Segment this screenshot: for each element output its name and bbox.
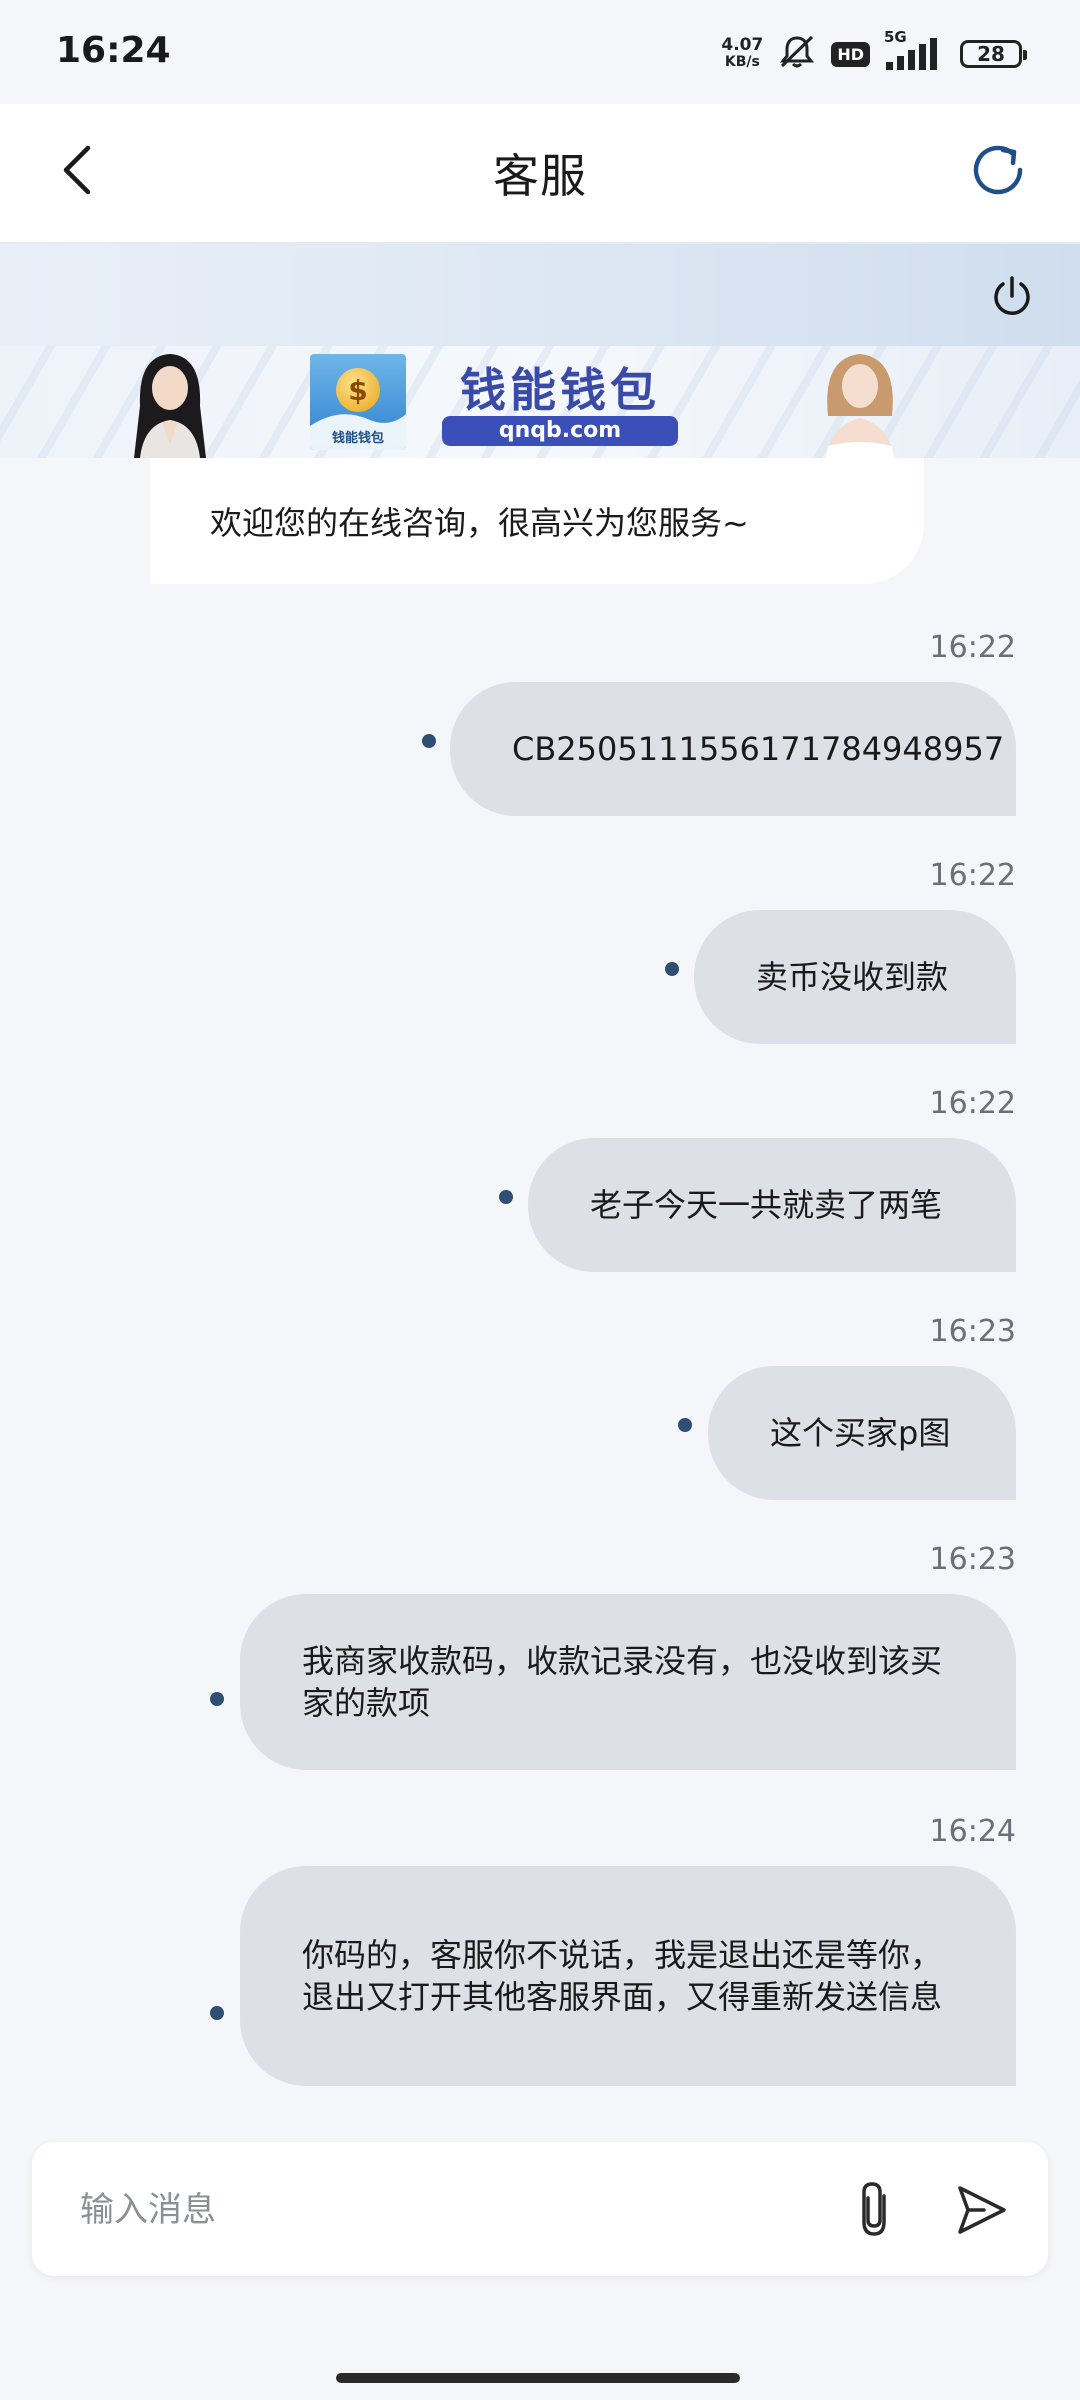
network-type: 5G <box>884 28 907 46</box>
message-timestamp: 16:23 <box>929 1542 1016 1577</box>
message-text: 你码的，客服你不说话，我是退出还是等你，退出又打开其他客服界面，又得重新发送信息 <box>302 1936 943 2016</box>
status-icons: 4.07 KB/s HD 5G 28 <box>721 28 1027 78</box>
refresh-icon <box>970 145 1030 204</box>
message-timestamp: 16:23 <box>929 1314 1016 1349</box>
message-bubble[interactable]: 我商家收款码，收款记录没有，也没收到该买家的款项 <box>240 1594 1016 1770</box>
chat-top-band <box>0 244 1080 346</box>
message-bubble[interactable]: 卖币没收到款 <box>694 910 1016 1044</box>
wallet-logo-text: 钱能钱包 <box>331 431 384 446</box>
paperclip-icon <box>852 2182 900 2244</box>
banner-model-right <box>800 346 920 458</box>
message-status-dot <box>665 962 679 976</box>
message-input[interactable] <box>78 2174 842 2246</box>
chat-screen: 16:24 4.07 KB/s HD 5G 28 客服 $ 钱能钱包 钱能钱包 … <box>0 0 1080 2400</box>
refresh-button[interactable] <box>970 140 1030 200</box>
welcome-message: 欢迎您的在线咨询，很高兴为您服务~ <box>150 458 924 584</box>
banner-model-left <box>110 346 230 458</box>
attach-button[interactable] <box>852 2180 900 2240</box>
message-text: 这个买家p图 <box>770 1414 951 1452</box>
message-status-dot <box>678 1418 692 1432</box>
message-timestamp: 16:22 <box>929 630 1016 665</box>
mute-icon <box>777 34 817 74</box>
power-icon <box>988 276 1036 324</box>
message-bubble[interactable]: 老子今天一共就卖了两笔 <box>528 1138 1016 1272</box>
wallet-logo: $ 钱能钱包 <box>310 354 406 450</box>
message-status-dot <box>210 1692 224 1706</box>
message-status-dot <box>499 1190 513 1204</box>
hd-badge: HD <box>831 41 870 67</box>
home-indicator[interactable] <box>336 2373 740 2383</box>
send-icon <box>954 2186 1010 2242</box>
promo-banner: $ 钱能钱包 钱能钱包 qnqb.com <box>0 346 1080 458</box>
message-status-dot <box>422 734 436 748</box>
message-text: CB2505111556171784948957 <box>512 730 1005 768</box>
net-speed-value: 4.07 <box>721 35 764 55</box>
send-button[interactable] <box>954 2182 1010 2238</box>
message-timestamp: 16:24 <box>929 1814 1016 1849</box>
status-bar: 16:24 4.07 KB/s HD 5G 28 <box>0 0 1080 104</box>
message-text: 我商家收款码，收款记录没有，也没收到该买家的款项 <box>302 1642 943 1722</box>
page-title: 客服 <box>493 149 587 203</box>
header: 客服 <box>0 104 1080 244</box>
net-speed-unit: KB/s <box>724 54 760 70</box>
message-bubble[interactable]: 你码的，客服你不说话，我是退出还是等你，退出又打开其他客服界面，又得重新发送信息 <box>240 1866 1016 2086</box>
message-timestamp: 16:22 <box>929 1086 1016 1121</box>
message-timestamp: 16:22 <box>929 858 1016 893</box>
message-bubble[interactable]: CB2505111556171784948957 <box>450 682 1016 816</box>
message-status-dot <box>210 2006 224 2020</box>
message-text: 卖币没收到款 <box>756 958 949 996</box>
end-session-button[interactable] <box>988 272 1036 320</box>
message-composer <box>32 2142 1048 2276</box>
status-time: 16:24 <box>56 30 171 71</box>
welcome-text: 欢迎您的在线咨询，很高兴为您服务~ <box>210 504 749 542</box>
message-bubble[interactable]: 这个买家p图 <box>708 1366 1016 1500</box>
banner-url: qnqb.com <box>442 416 678 446</box>
signal-icon: 5G <box>884 28 946 72</box>
banner-brand-name: 钱能钱包 <box>460 363 660 417</box>
battery-indicator: 28 <box>960 40 1027 68</box>
network-speed: 4.07 KB/s <box>721 37 763 71</box>
message-text: 老子今天一共就卖了两笔 <box>590 1186 943 1224</box>
chat-history: 欢迎您的在线咨询，很高兴为您服务~ 16:22 CB25051115561717… <box>0 458 1080 2138</box>
